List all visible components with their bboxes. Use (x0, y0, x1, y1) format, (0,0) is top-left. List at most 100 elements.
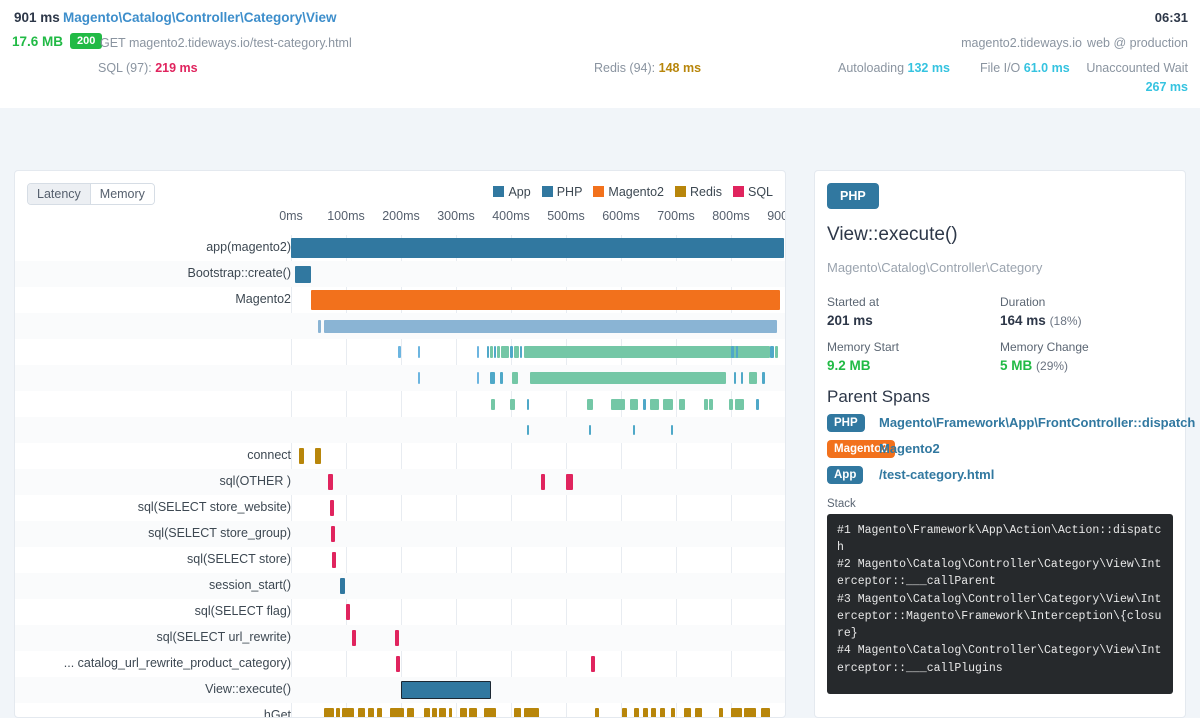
timeline-span-bar[interactable] (311, 290, 780, 310)
timeline-span-bar[interactable] (679, 398, 685, 410)
trace-controller-link[interactable]: Magento\Catalog\Controller\Category\View (63, 10, 337, 25)
timeline-span-bar[interactable] (704, 398, 708, 410)
timeline-span-bar[interactable] (660, 708, 665, 717)
timeline-span-bar[interactable] (299, 448, 304, 464)
timeline-row[interactable]: ... catalog_url_rewrite_product_category… (15, 651, 785, 677)
timeline-span-bar[interactable] (650, 398, 659, 410)
parent-span-link[interactable]: /test-category.html (879, 466, 994, 485)
timeline-span-bar[interactable] (736, 346, 738, 358)
timeline-row[interactable]: View::execute() (15, 677, 785, 703)
timeline-row[interactable]: sql(SELECT url_rewrite) (15, 625, 785, 651)
timeline-span-bar[interactable] (729, 398, 733, 410)
timeline-span-bar[interactable] (395, 630, 399, 646)
timeline-span-bar[interactable] (490, 372, 495, 384)
timeline-row[interactable] (15, 391, 785, 417)
timeline-row[interactable] (15, 417, 785, 443)
timeline-span-bar[interactable] (401, 681, 491, 699)
timeline-span-bar[interactable] (324, 708, 334, 717)
timeline-span-bar[interactable] (514, 708, 521, 717)
timeline-span-bar[interactable] (541, 474, 545, 490)
timeline-span-bar[interactable] (530, 372, 726, 384)
timeline-span-bar[interactable] (731, 708, 742, 717)
timeline-span-bar[interactable] (331, 526, 335, 542)
timeline-span-bar[interactable] (741, 372, 743, 384)
timeline-span-bar[interactable] (295, 265, 311, 283)
timeline-span-bar[interactable] (709, 398, 713, 410)
timeline-span-bar[interactable] (527, 398, 529, 410)
timeline-row[interactable]: session_start() (15, 573, 785, 599)
timeline-span-bar[interactable] (527, 425, 529, 435)
timeline-row[interactable]: hGet (15, 703, 785, 717)
timeline-span-bar[interactable] (315, 448, 321, 464)
timeline-span-bar[interactable] (418, 372, 420, 384)
timeline-span-bar[interactable] (611, 398, 625, 410)
timeline-row[interactable]: Bootstrap::create() (15, 261, 785, 287)
timeline-span-bar[interactable] (634, 708, 639, 717)
timeline-span-bar[interactable] (497, 346, 500, 358)
timeline-span-bar[interactable] (432, 708, 437, 717)
parent-span-link[interactable]: Magento2 (879, 440, 940, 459)
timeline-span-bar[interactable] (651, 708, 656, 717)
timeline-span-bar[interactable] (332, 552, 336, 568)
timeline-row[interactable]: sql(SELECT store) (15, 547, 785, 573)
timeline-span-bar[interactable] (336, 708, 340, 717)
timeline-span-bar[interactable] (630, 398, 638, 410)
timeline-span-bar[interactable] (587, 398, 593, 410)
timeline-span-bar[interactable] (484, 708, 496, 717)
timeline-span-bar[interactable] (731, 346, 734, 358)
timeline-span-bar[interactable] (734, 372, 736, 384)
parent-span-link[interactable]: Magento\Framework\App\FrontController::d… (879, 414, 1195, 433)
parent-span-row[interactable]: Magento2 Magento2 (827, 439, 1173, 459)
timeline-span-bar[interactable] (469, 708, 477, 717)
timeline-span-bar[interactable] (487, 346, 489, 358)
timeline-row[interactable]: sql(SELECT store_group) (15, 521, 785, 547)
timeline-span-bar[interactable] (477, 372, 479, 384)
timeline-span-bar[interactable] (377, 708, 382, 717)
timeline-row[interactable]: connect (15, 443, 785, 469)
timeline-span-bar[interactable] (671, 708, 675, 717)
timeline-span-bar[interactable] (589, 425, 591, 435)
timeline-row[interactable]: app(magento2) (15, 235, 785, 261)
timeline-span-bar[interactable] (342, 708, 354, 717)
parent-span-row[interactable]: PHP Magento\Framework\App\FrontController… (827, 414, 1195, 433)
timeline-span-bar[interactable] (756, 398, 759, 410)
timeline-span-bar[interactable] (622, 708, 627, 717)
timeline-span-bar[interactable] (398, 346, 401, 358)
timeline-span-bar[interactable] (490, 346, 493, 358)
timeline-span-bar[interactable] (324, 319, 777, 333)
timeline-span-bar[interactable] (477, 346, 479, 358)
timeline-span-bar[interactable] (491, 398, 495, 410)
timeline-span-bar[interactable] (761, 708, 770, 717)
timeline-span-bar[interactable] (770, 346, 774, 358)
timeline-span-bar[interactable] (695, 708, 702, 717)
timeline-span-bar[interactable] (390, 708, 404, 717)
timeline-span-bar[interactable] (424, 708, 430, 717)
timeline-span-bar[interactable] (328, 474, 333, 490)
timeline-span-bar[interactable] (510, 346, 513, 358)
timeline-span-bar[interactable] (719, 708, 723, 717)
timeline-row[interactable] (15, 365, 785, 391)
timeline-row[interactable]: sql(SELECT flag) (15, 599, 785, 625)
timeline-span-bar[interactable] (524, 708, 539, 717)
timeline-span-bar[interactable] (439, 708, 446, 717)
timeline-span-bar[interactable] (460, 708, 467, 717)
timeline-span-bar[interactable] (775, 346, 778, 358)
timeline-span-bar[interactable] (520, 346, 522, 358)
timeline-span-bar[interactable] (501, 346, 509, 358)
timeline-span-bar[interactable] (633, 425, 635, 435)
timeline-span-bar[interactable] (291, 238, 784, 258)
timeline-row[interactable] (15, 313, 785, 339)
timeline-span-bar[interactable] (418, 346, 420, 358)
timeline-span-bar[interactable] (407, 708, 414, 717)
timeline-span-bar[interactable] (318, 319, 321, 333)
timeline-span-bar[interactable] (510, 398, 515, 410)
parent-span-row[interactable]: App/test-category.html (827, 465, 1173, 485)
timeline-row[interactable]: sql(SELECT store_website) (15, 495, 785, 521)
timeline-span-bar[interactable] (643, 708, 648, 717)
timeline-span-bar[interactable] (566, 474, 573, 490)
timeline-span-bar[interactable] (512, 372, 518, 384)
timeline-span-bar[interactable] (449, 708, 452, 717)
timeline-span-bar[interactable] (684, 708, 691, 717)
toggle-latency[interactable]: Latency (28, 184, 90, 204)
timeline-span-bar[interactable] (346, 604, 350, 620)
